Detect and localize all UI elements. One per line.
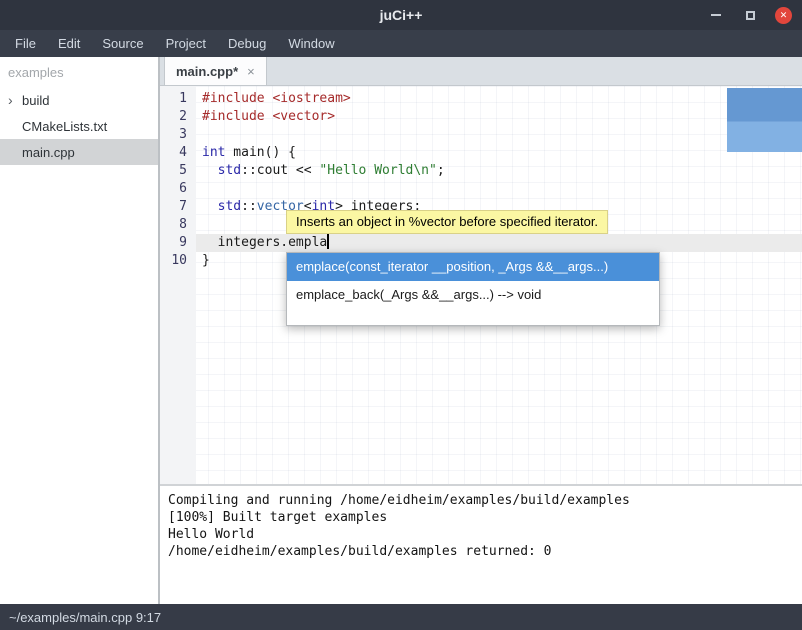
window-title: juCi++	[380, 7, 423, 23]
menu-item-window[interactable]: Window	[277, 30, 345, 57]
code-line-6[interactable]: 6	[160, 180, 802, 198]
code-editor[interactable]: 1#include <iostream>2#include <vector>34…	[160, 86, 802, 484]
tree-item-label: build	[22, 93, 49, 108]
completion-item[interactable]: emplace(const_iterator __position, _Args…	[287, 253, 659, 281]
output-line: /home/eidheim/examples/build/examples re…	[168, 543, 794, 560]
line-number: 4	[160, 144, 196, 162]
close-icon: ✕	[780, 10, 788, 21]
output-line: Compiling and running /home/eidheim/exam…	[168, 492, 794, 509]
code-line-5[interactable]: 5 std::cout << "Hello World\n";	[160, 162, 802, 180]
tree-item-label: main.cpp	[22, 145, 75, 160]
code-token: ;	[437, 163, 445, 178]
line-content	[196, 126, 802, 144]
completion-item[interactable]: emplace_back(_Args &&__args...) --> void	[287, 281, 659, 309]
code-token: ::	[241, 199, 257, 214]
line-number: 7	[160, 198, 196, 216]
maximize-button[interactable]	[741, 6, 759, 24]
menu-item-edit[interactable]: Edit	[47, 30, 91, 57]
code-token: #include	[202, 91, 272, 106]
scrollbar-thumb[interactable]	[727, 88, 802, 152]
code-line-9[interactable]: 9 integers.empla	[160, 234, 802, 252]
minimize-icon	[711, 14, 721, 16]
file-tree: ›build CMakeLists.txt main.cpp	[0, 87, 158, 165]
line-number: 9	[160, 234, 196, 252]
code-token: <iostream>	[272, 91, 350, 106]
line-number: 5	[160, 162, 196, 180]
code-token	[202, 163, 218, 178]
tab-bar: main.cpp* ×	[160, 57, 802, 86]
doc-tooltip: Inserts an object in %vector before spec…	[286, 210, 608, 234]
tab-close-icon[interactable]: ×	[247, 64, 255, 79]
output-line: Hello World	[168, 526, 794, 543]
output-panel[interactable]: Compiling and running /home/eidheim/exam…	[160, 486, 802, 604]
jucipp-window: juCi++ ✕ FileEditSourceProjectDebugWindo…	[0, 0, 802, 630]
line-number: 1	[160, 90, 196, 108]
tree-item-label: CMakeLists.txt	[22, 119, 107, 134]
line-content: int main() {	[196, 144, 802, 162]
tab-label: main.cpp*	[176, 64, 238, 79]
line-content: #include <iostream>	[196, 90, 802, 108]
line-number: 10	[160, 252, 196, 270]
completion-popup: emplace(const_iterator __position, _Args…	[286, 252, 660, 326]
chevron-right-icon[interactable]: ›	[8, 93, 22, 107]
code-token: #include	[202, 109, 272, 124]
code-token: int	[202, 145, 225, 160]
maximize-icon	[746, 11, 755, 20]
menu-item-project[interactable]: Project	[155, 30, 217, 57]
line-number: 3	[160, 126, 196, 144]
titlebar: juCi++ ✕	[0, 0, 802, 30]
code-token: "Hello World\n"	[319, 163, 436, 178]
file-tree-panel: examples ›build CMakeLists.txt main.cpp	[0, 57, 158, 604]
tree-item-cmakelists-txt[interactable]: CMakeLists.txt	[0, 113, 158, 139]
code-token: std	[218, 163, 241, 178]
code-token: ::cout <<	[241, 163, 319, 178]
menu-item-debug[interactable]: Debug	[217, 30, 277, 57]
line-content: integers.empla	[196, 234, 802, 252]
line-number: 2	[160, 108, 196, 126]
tab-main-cpp[interactable]: main.cpp* ×	[164, 57, 267, 85]
code-area: 1#include <iostream>2#include <vector>34…	[160, 86, 802, 270]
code-token: main() {	[225, 145, 295, 160]
project-folder-name: examples	[0, 57, 158, 87]
code-token: integers.empla	[202, 235, 327, 250]
menu-item-file[interactable]: File	[4, 30, 47, 57]
line-content	[196, 180, 802, 198]
main-area: examples ›build CMakeLists.txt main.cpp ma…	[0, 57, 802, 604]
status-bar: ~/examples/main.cpp 9:17	[0, 604, 802, 630]
menu-item-source[interactable]: Source	[91, 30, 154, 57]
line-number: 6	[160, 180, 196, 198]
code-token: std	[218, 199, 241, 214]
line-content: std::cout << "Hello World\n";	[196, 162, 802, 180]
window-controls: ✕	[707, 0, 792, 30]
close-button[interactable]: ✕	[775, 7, 792, 24]
menubar: FileEditSourceProjectDebugWindow	[0, 30, 802, 57]
code-line-4[interactable]: 4int main() {	[160, 144, 802, 162]
tree-item-build[interactable]: ›build	[0, 87, 158, 113]
minimize-button[interactable]	[707, 6, 725, 24]
tree-item-main-cpp[interactable]: main.cpp	[0, 139, 158, 165]
code-token: }	[202, 253, 210, 268]
code-line-2[interactable]: 2#include <vector>	[160, 108, 802, 126]
line-content: #include <vector>	[196, 108, 802, 126]
text-caret	[327, 234, 329, 249]
line-number: 8	[160, 216, 196, 234]
code-token	[202, 199, 218, 214]
code-token: <vector>	[272, 109, 335, 124]
code-line-1[interactable]: 1#include <iostream>	[160, 90, 802, 108]
status-text: ~/examples/main.cpp 9:17	[9, 610, 161, 625]
editor-column: main.cpp* × 1#include <iostream>2#includ…	[160, 57, 802, 604]
output-line: [100%] Built target examples	[168, 509, 794, 526]
code-line-3[interactable]: 3	[160, 126, 802, 144]
